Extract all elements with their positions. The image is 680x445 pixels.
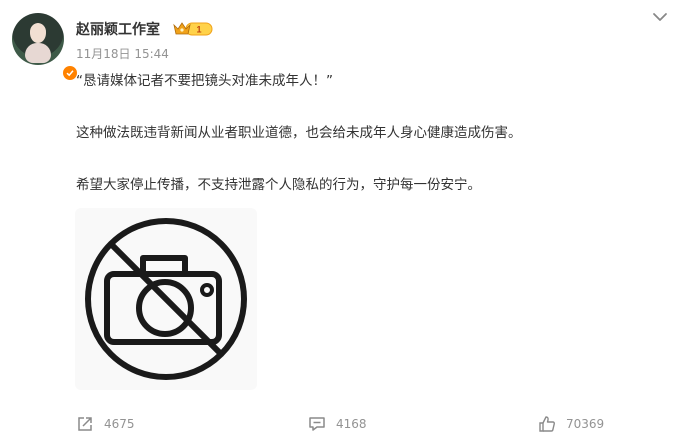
post-timestamp[interactable]: 11月18日 15:44 (76, 45, 169, 62)
like-button[interactable]: 70369 (538, 412, 604, 436)
share-button[interactable]: 4675 (76, 412, 135, 436)
post-line-3: 希望大家停止传播，不支持泄露个人隐私的行为，守护每一份安宁。 (76, 177, 481, 193)
post-text: “恳请媒体记者不要把镜头对准未成年人！” 这种做法既违背新闻从业者职业道德，也会… (76, 71, 656, 195)
like-count: 70369 (566, 417, 605, 431)
avatar[interactable] (12, 13, 79, 82)
author-name[interactable]: 赵丽颖工作室 (76, 19, 160, 39)
comment-icon (309, 417, 325, 431)
avatar-face (30, 23, 46, 43)
comment-button[interactable]: 4168 (308, 412, 367, 436)
share-count: 4675 (104, 417, 135, 431)
no-camera-icon (85, 218, 247, 380)
post-line-1: “恳请媒体记者不要把镜头对准未成年人！” (76, 73, 333, 89)
share-icon (78, 417, 92, 431)
avatar-dress (25, 43, 51, 63)
post-image[interactable] (75, 208, 257, 390)
chevron-down-icon[interactable] (652, 8, 668, 21)
comment-count: 4168 (336, 417, 367, 431)
vip-badge[interactable]: 1 (172, 21, 214, 37)
action-toolbar: 4675 4168 70369 (0, 410, 680, 438)
thumbs-up-icon (539, 416, 555, 432)
vip-level: 1 (196, 25, 201, 35)
post-line-2: 这种做法既违背新闻从业者职业道德，也会给未成年人身心健康造成伤害。 (76, 125, 522, 141)
